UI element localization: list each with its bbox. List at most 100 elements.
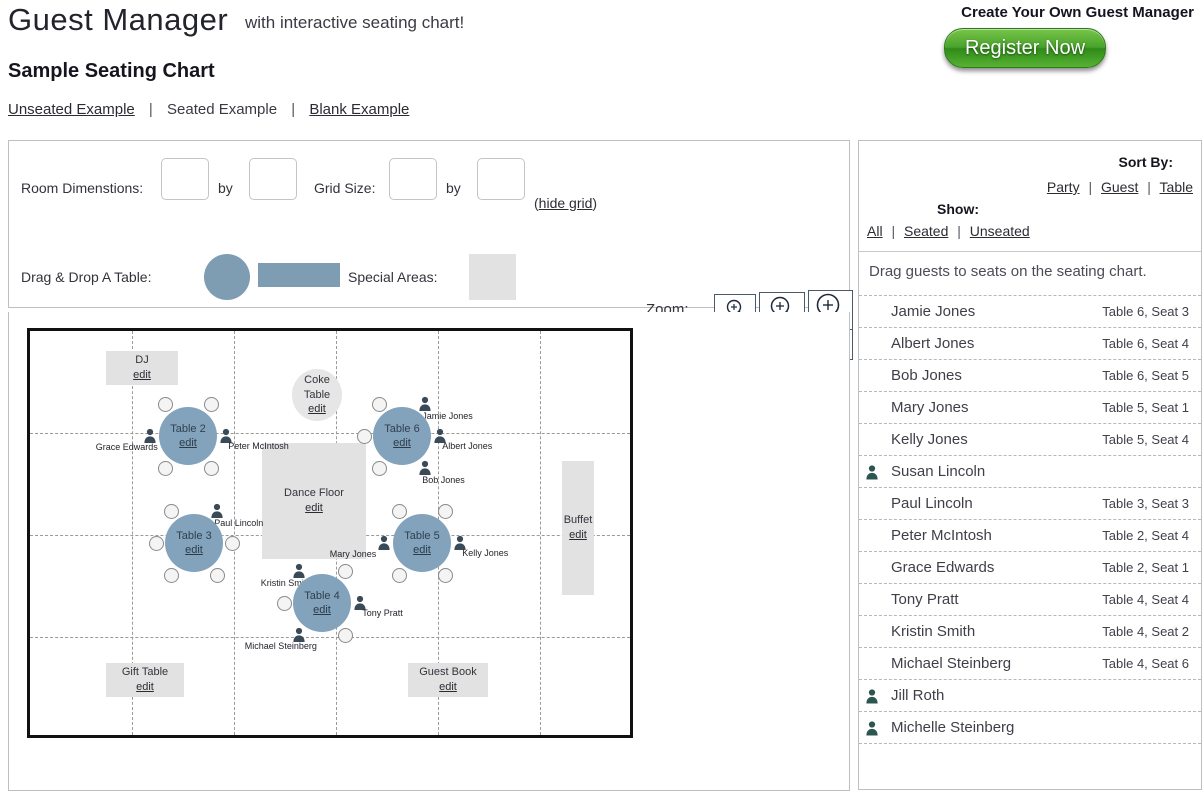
guest-row[interactable]: Grace Edwards Table 2, Seat 1 — [859, 552, 1201, 584]
guest-name: Peter McIntosh — [891, 527, 992, 544]
guest-name: Michelle Steinberg — [891, 719, 1015, 736]
guest-icon-placeholder — [859, 654, 885, 674]
seat-guest-name: Michael Steinberg — [244, 640, 317, 651]
room-height-input[interactable] — [249, 158, 297, 200]
sort-link-table[interactable]: Table — [1160, 179, 1193, 195]
guest-row[interactable]: Michelle Steinberg — [859, 712, 1201, 744]
sort-link-party[interactable]: Party — [1047, 179, 1080, 195]
sort-link-guest[interactable]: Guest — [1101, 179, 1138, 195]
hide-grid-link[interactable]: hide grid — [539, 195, 593, 211]
special-areas-label: Special Areas: — [348, 269, 438, 285]
guest-seat-assignment: Table 5, Seat 1 — [1102, 400, 1189, 415]
guest-seat-assignment: Table 3, Seat 3 — [1102, 496, 1189, 511]
person-icon — [866, 720, 878, 735]
grid-width-input[interactable] — [389, 158, 437, 200]
seat-empty[interactable] — [276, 596, 292, 611]
table-4[interactable]: Table 4 edit — [293, 574, 351, 632]
guest-name: Jamie Jones — [891, 303, 976, 320]
guest-icon-placeholder — [859, 366, 885, 386]
app-title: Guest Manager — [8, 2, 229, 37]
guest-icon-placeholder — [859, 558, 885, 578]
show-link-all[interactable]: All — [867, 223, 883, 239]
sort-separator-1: | — [1088, 179, 1093, 195]
guest-name: Mary Jones — [891, 399, 969, 416]
show-link-seated[interactable]: Seated — [904, 223, 948, 239]
special-area-prototype[interactable] — [469, 254, 516, 300]
nav-link-blank-example[interactable]: Blank Example — [309, 101, 409, 118]
guest-name: Paul Lincoln — [891, 495, 973, 512]
example-nav: Unseated Example | Seated Example | Blan… — [8, 101, 409, 118]
seating-chart-panel: DJ edit Coke Table edit Dance Floor edit Buffe… — [8, 312, 850, 791]
grid-by-label: by — [446, 180, 461, 196]
table-group-table-4: Kristin Smith Tony Pratt Michael Steinberg… — [30, 331, 630, 735]
show-separator-2: | — [957, 223, 961, 239]
show-links: All | Seated | Unseated — [867, 223, 1030, 239]
guest-icon-placeholder — [859, 622, 885, 642]
guest-row[interactable]: Mary Jones Table 5, Seat 1 — [859, 392, 1201, 424]
guest-name: Jill Roth — [891, 687, 945, 704]
guest-icon-placeholder — [859, 302, 885, 322]
person-icon — [293, 563, 305, 579]
guest-seat-assignment: Table 4, Seat 2 — [1102, 624, 1189, 639]
seating-chart-canvas[interactable]: DJ edit Coke Table edit Dance Floor edit Buffe… — [27, 328, 633, 738]
guest-icon-placeholder — [859, 430, 885, 450]
unseated-guest-icon — [859, 462, 885, 482]
guest-row[interactable]: Kelly Jones Table 5, Seat 4 — [859, 424, 1201, 456]
show-separator-1: | — [891, 223, 896, 239]
guest-sidebar: Sort By: Party | Guest | Table Show: All… — [858, 140, 1202, 790]
seat-occupied[interactable] — [292, 563, 306, 579]
sort-by-label: Sort By: — [1118, 154, 1173, 170]
table-label: Table 4 — [304, 589, 340, 602]
guest-icon-placeholder — [859, 334, 885, 354]
room-width-input[interactable] — [161, 158, 209, 200]
guest-icon-placeholder — [859, 494, 885, 514]
rect-table-prototype[interactable] — [258, 263, 340, 287]
app-tagline: with interactive seating chart! — [245, 13, 465, 32]
unseated-guest-icon — [859, 718, 885, 738]
promo-text: Create Your Own Guest Manager — [961, 4, 1194, 21]
show-link-unseated[interactable]: Unseated — [970, 223, 1030, 239]
drag-guests-hint: Drag guests to seats on the seating char… — [859, 252, 1201, 296]
page-title: Sample Seating Chart — [8, 60, 215, 82]
person-icon — [866, 464, 878, 479]
nav-link-unseated-example[interactable]: Unseated Example — [8, 101, 135, 118]
guest-row[interactable]: Albert Jones Table 6, Seat 4 — [859, 328, 1201, 360]
nav-separator-2: | — [291, 101, 296, 118]
guest-name: Grace Edwards — [891, 559, 995, 576]
sort-separator-2: | — [1147, 179, 1151, 195]
guest-row[interactable]: Michael Steinberg Table 4, Seat 6 — [859, 648, 1201, 680]
guest-seat-assignment: Table 5, Seat 4 — [1102, 432, 1189, 447]
guest-name: Tony Pratt — [891, 591, 959, 608]
guest-row[interactable]: Tony Pratt Table 4, Seat 4 — [859, 584, 1201, 616]
round-table-prototype[interactable] — [204, 254, 250, 300]
guest-row[interactable]: Jill Roth — [859, 680, 1201, 712]
guest-row[interactable]: Peter McIntosh Table 2, Seat 4 — [859, 520, 1201, 552]
guest-seat-assignment: Table 4, Seat 4 — [1102, 592, 1189, 607]
hide-grid-close-paren: ) — [592, 195, 598, 211]
guest-row[interactable]: Paul Lincoln Table 3, Seat 3 — [859, 488, 1201, 520]
grid-size-label: Grid Size: — [314, 180, 376, 196]
seat-empty[interactable] — [338, 627, 354, 643]
guest-row[interactable]: Kristin Smith Table 4, Seat 2 — [859, 616, 1201, 648]
hide-grid-wrapper: (hide grid) — [534, 180, 604, 227]
seat-occupied[interactable] — [292, 627, 306, 642]
page-header: Guest Manager with interactive seating c… — [0, 0, 1202, 132]
drag-drop-table-label: Drag & Drop A Table: — [21, 269, 152, 285]
seat-empty[interactable] — [338, 564, 354, 580]
guest-seat-assignment: Table 6, Seat 3 — [1102, 304, 1189, 319]
guest-row[interactable]: Bob Jones Table 6, Seat 5 — [859, 360, 1201, 392]
guest-row[interactable]: Jamie Jones Table 6, Seat 3 — [859, 296, 1201, 328]
show-label: Show: — [937, 201, 979, 217]
grid-height-input[interactable] — [477, 158, 525, 200]
editor-toolbar-panel: Room Dimenstions: by Grid Size: by (hide… — [8, 140, 853, 360]
guest-row[interactable]: Susan Lincoln — [859, 456, 1201, 488]
guest-name: Kristin Smith — [891, 623, 976, 640]
unseated-guest-icon — [859, 686, 885, 706]
guest-icon-placeholder — [859, 398, 885, 418]
nav-link-seated-example[interactable]: Seated Example — [167, 101, 277, 118]
guest-name: Michael Steinberg — [891, 655, 1012, 672]
seat-guest-name: Tony Pratt — [362, 608, 403, 618]
table-edit-link[interactable]: edit — [313, 603, 331, 617]
guest-seat-assignment: Table 2, Seat 4 — [1102, 528, 1189, 543]
register-now-button[interactable]: Register Now — [944, 28, 1106, 68]
